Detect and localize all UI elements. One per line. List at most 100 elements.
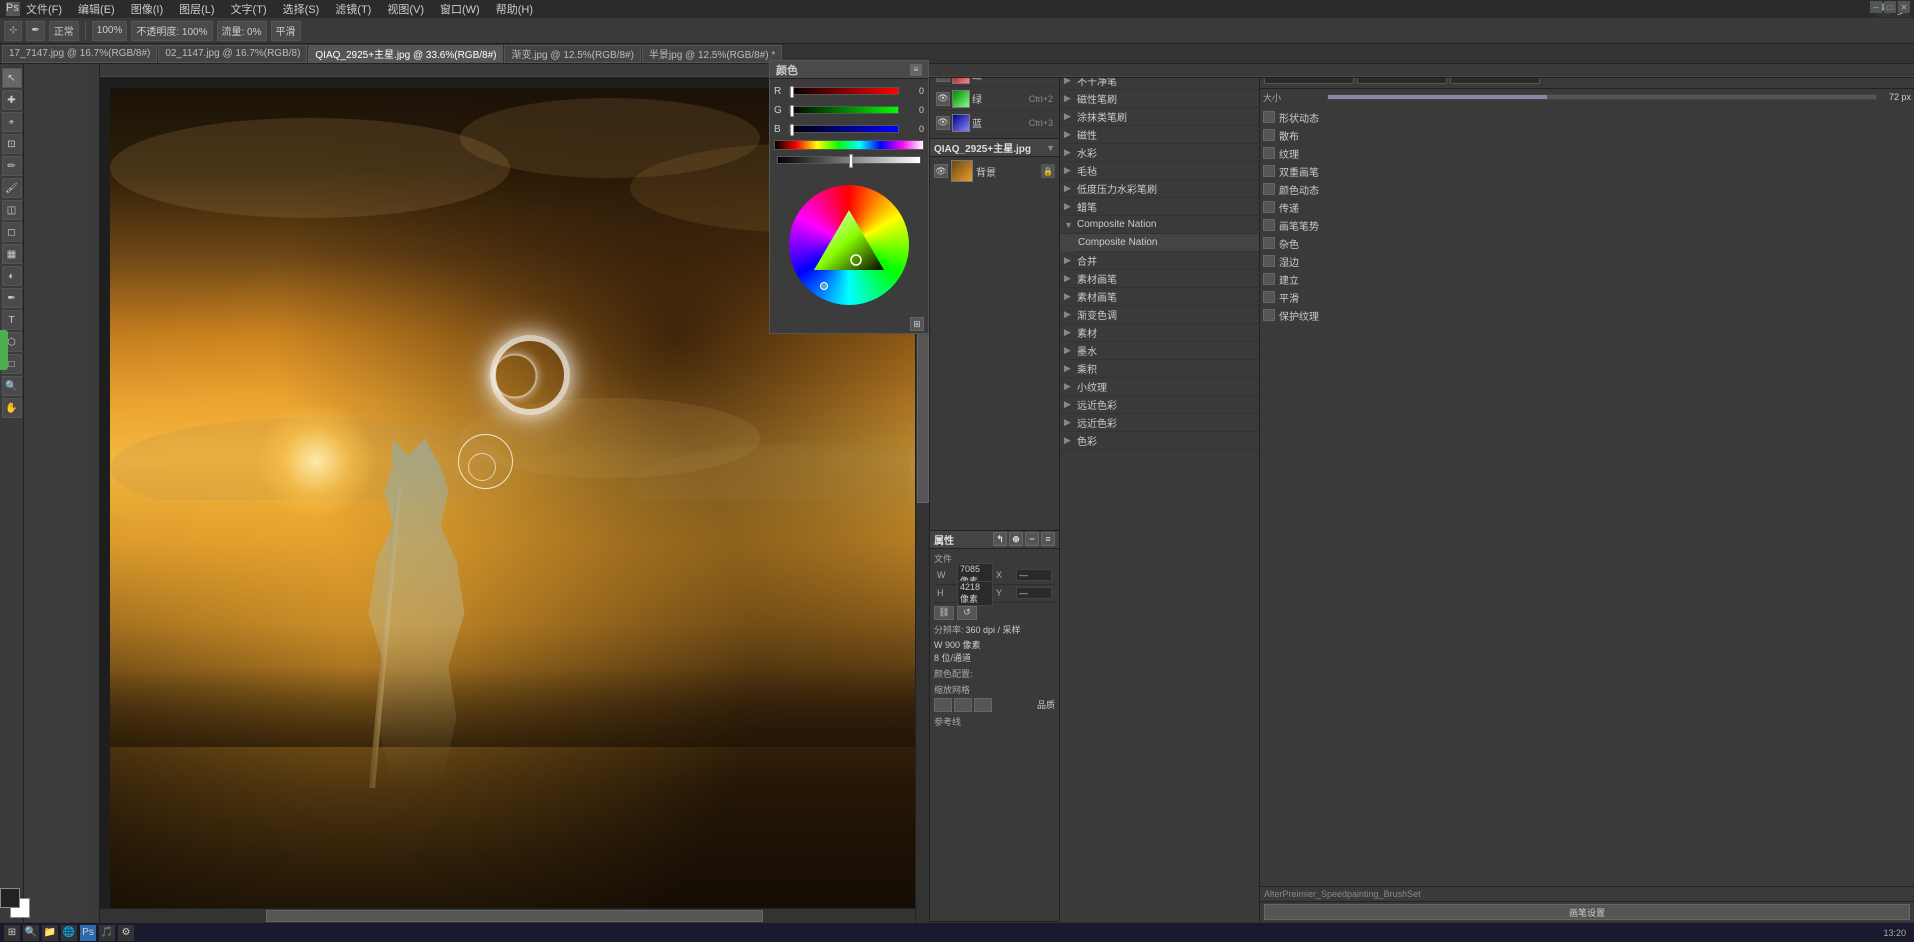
tab-2[interactable]: QIAQ_2925+主星.jpg @ 33.6%(RGB/8#) xyxy=(308,45,503,63)
menu-view[interactable]: 视图(V) xyxy=(385,1,426,17)
tab-3[interactable]: 渐变.jpg @ 12.5%(RGB/8#) xyxy=(504,45,640,63)
taskbar-music[interactable]: 🎵 xyxy=(99,925,115,941)
cat-felt[interactable]: ▶ 毛毡 xyxy=(1060,162,1259,180)
option-smooth[interactable]: 平滑 xyxy=(1263,289,1911,305)
option-noise[interactable]: 杂色 xyxy=(1263,235,1911,251)
channel-green[interactable]: 👁 绿 Ctrl+2 xyxy=(934,87,1055,111)
cat-material1[interactable]: ▶ 素材画笔 xyxy=(1060,270,1259,288)
layer-fold-arrow[interactable]: ▼ xyxy=(1046,143,1055,153)
bs-bottom-btn1[interactable]: 画笔设置 xyxy=(1264,904,1910,920)
cat-composite-sub[interactable]: Composite Nation xyxy=(1074,234,1259,252)
taskbar-search[interactable]: 🔍 xyxy=(23,925,39,941)
taskbar-browser[interactable]: 🌐 xyxy=(61,925,77,941)
checkbox-texture[interactable] xyxy=(1263,147,1275,159)
tool-move[interactable]: ✚ xyxy=(2,90,22,110)
layer-mini-lock[interactable]: 🔒 xyxy=(1041,164,1055,178)
cat-ink[interactable]: ▶ 墨水 xyxy=(1060,342,1259,360)
minimize-button[interactable]: ─ xyxy=(1870,1,1882,13)
checkbox-smooth[interactable] xyxy=(1263,291,1275,303)
prop-icon3[interactable]: − xyxy=(1025,532,1039,546)
color-thumb-g[interactable] xyxy=(790,105,794,117)
side-tab[interactable] xyxy=(0,330,8,370)
hscroll[interactable] xyxy=(100,908,929,922)
option-shape-dynamics[interactable]: 形状动态 xyxy=(1263,109,1911,125)
tool-gradient[interactable]: ▦ xyxy=(2,244,22,264)
cat-material3[interactable]: ▶ 素材 xyxy=(1060,324,1259,342)
option-wet-edges[interactable]: 湿边 xyxy=(1263,253,1911,269)
properties-header[interactable]: 属性 ↰ ⊕ − ≡ xyxy=(930,531,1059,549)
taskbar-settings[interactable]: ⚙ xyxy=(118,925,134,941)
menu-edit[interactable]: 编辑(E) xyxy=(76,1,117,17)
hscroll-thumb[interactable] xyxy=(266,910,763,922)
menu-window[interactable]: 窗口(W) xyxy=(438,1,482,17)
menu-text[interactable]: 文字(T) xyxy=(229,1,269,17)
channel-vis-g[interactable]: 👁 xyxy=(936,92,950,106)
color-thumb-b[interactable] xyxy=(790,124,794,136)
cat-composite[interactable]: ▼ Composite Nation xyxy=(1060,216,1259,234)
tab-0[interactable]: 17_7147.jpg @ 16.7%(RGB/8#) xyxy=(2,45,157,63)
color-thumb-r[interactable] xyxy=(790,86,794,98)
checkbox-dual[interactable] xyxy=(1263,165,1275,177)
menu-image[interactable]: 图像(I) xyxy=(129,1,165,17)
checkbox-wet[interactable] xyxy=(1263,255,1275,267)
fg-color-box[interactable] xyxy=(0,888,20,908)
cat-distance-color1[interactable]: ▶ 远近色彩 xyxy=(1060,396,1259,414)
checkbox-scatter[interactable] xyxy=(1263,129,1275,141)
prop-grid-btn3[interactable] xyxy=(974,698,992,712)
cat-gradient-tone[interactable]: ▶ 渐变色调 xyxy=(1060,306,1259,324)
color-slider-b[interactable] xyxy=(789,125,899,133)
cat-multiply[interactable]: ▶ 乘积 xyxy=(1060,360,1259,378)
checkbox-noise[interactable] xyxy=(1263,237,1275,249)
prop-link-icon[interactable]: ⛓ xyxy=(934,606,954,620)
checkbox-pose[interactable] xyxy=(1263,219,1275,231)
tool-dodge[interactable]: ◐ xyxy=(2,266,22,286)
cat-low-pressure[interactable]: ▶ 低度压力水彩笔刷 xyxy=(1060,180,1259,198)
menu-layer[interactable]: 图层(L) xyxy=(177,1,216,17)
tool-zoom[interactable]: 🔍 xyxy=(2,376,22,396)
checkbox-transfer[interactable] xyxy=(1263,201,1275,213)
bw-slider[interactable] xyxy=(777,156,921,164)
menu-select[interactable]: 选择(S) xyxy=(281,1,322,17)
prop-icon1[interactable]: ↰ xyxy=(993,532,1007,546)
tool-move[interactable]: ⊹ xyxy=(4,21,22,41)
menu-help[interactable]: 帮助(H) xyxy=(494,1,535,17)
tool-clone[interactable]: ◫ xyxy=(2,200,22,220)
taskbar-start[interactable]: ⊞ xyxy=(4,925,20,941)
channel-vis-b[interactable]: 👁 xyxy=(936,116,950,130)
bw-thumb[interactable] xyxy=(849,154,853,168)
prop-rotate-icon[interactable]: ↺ xyxy=(957,606,977,620)
checkbox-protect[interactable] xyxy=(1263,309,1275,321)
cat-material2[interactable]: ▶ 素材画笔 xyxy=(1060,288,1259,306)
cat-distance-color2[interactable]: ▶ 远近色彩 xyxy=(1060,414,1259,432)
tool-text[interactable]: T xyxy=(2,310,22,330)
tool-select[interactable]: ↖ xyxy=(2,68,22,88)
color-panel-expand[interactable]: ≡ xyxy=(910,64,922,76)
option-dual-brush[interactable]: 双重画笔 xyxy=(1263,163,1911,179)
checkbox-shape[interactable] xyxy=(1263,111,1275,123)
tool-crop[interactable]: ⊡ xyxy=(2,134,22,154)
checkbox-color[interactable] xyxy=(1263,183,1275,195)
fg-bg-colors[interactable] xyxy=(0,888,30,918)
cat-mag2[interactable]: ▶ 磁性 xyxy=(1060,126,1259,144)
toolbar-opacity[interactable]: 不透明度: 100% xyxy=(131,21,212,41)
cat-watercolor[interactable]: ▶ 水彩 xyxy=(1060,144,1259,162)
tool-pen[interactable]: ✒ xyxy=(26,21,44,41)
cat-texture-small[interactable]: ▶ 小纹理 xyxy=(1060,378,1259,396)
tool-eyedropper[interactable]: ✏ xyxy=(2,156,22,176)
prop-h-value[interactable]: 4218 像素 xyxy=(957,581,993,606)
color-selector-dot[interactable] xyxy=(820,282,828,290)
maximize-button[interactable]: □ xyxy=(1884,1,1896,13)
channel-blue[interactable]: 👁 蓝 Ctrl+3 xyxy=(934,111,1055,135)
option-texture[interactable]: 纹理 xyxy=(1263,145,1911,161)
tool-pen[interactable]: ✒ xyxy=(2,288,22,308)
toolbar-smooth[interactable]: 平滑 xyxy=(271,21,301,41)
cat-magnetic[interactable]: ▶ 磁性笔刷 xyxy=(1060,90,1259,108)
cat-merge[interactable]: ▶ 合并 xyxy=(1060,252,1259,270)
toolbar-mode[interactable]: 正常 xyxy=(49,21,79,41)
cat-color[interactable]: ▶ 色彩 xyxy=(1060,432,1259,450)
color-options-icon[interactable]: ⊞ xyxy=(910,317,924,331)
prop-icon4[interactable]: ≡ xyxy=(1041,532,1055,546)
prop-icon2[interactable]: ⊕ xyxy=(1009,532,1023,546)
tool-eraser[interactable]: ◻ xyxy=(2,222,22,242)
cat-smear[interactable]: ▶ 涂抹类笔刷 xyxy=(1060,108,1259,126)
